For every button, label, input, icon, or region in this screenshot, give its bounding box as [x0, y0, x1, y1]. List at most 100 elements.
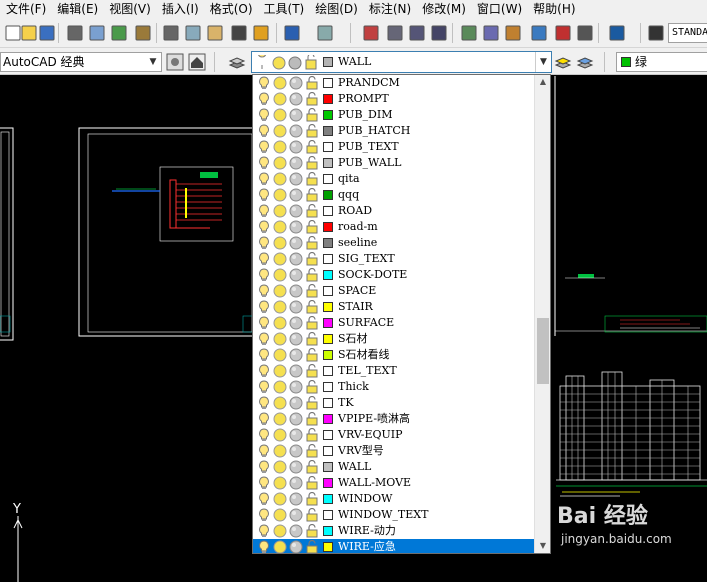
layer-row[interactable]: S石材看线 — [253, 347, 535, 363]
lock-icon[interactable] — [305, 476, 319, 490]
lock-icon[interactable] — [305, 540, 319, 554]
layer-row[interactable]: seeline — [253, 235, 535, 251]
viewport-freeze-icon[interactable] — [289, 524, 303, 538]
on-off-bulb-icon[interactable] — [257, 316, 271, 330]
save-icon[interactable] — [38, 24, 56, 42]
layer-combo[interactable]: WALL ▼ — [251, 51, 552, 73]
on-off-bulb-icon[interactable] — [257, 188, 271, 202]
lock-icon[interactable] — [305, 316, 319, 330]
layer-row[interactable]: PUB_HATCH — [253, 123, 535, 139]
viewport-freeze-icon[interactable] — [289, 540, 303, 554]
freeze-sun-icon[interactable] — [273, 172, 287, 186]
freeze-sun-icon[interactable] — [273, 236, 287, 250]
lock-icon[interactable] — [305, 204, 319, 218]
lock-icon[interactable] — [305, 508, 319, 522]
lock-icon[interactable] — [305, 172, 319, 186]
viewport-freeze-icon[interactable] — [289, 380, 303, 394]
on-off-bulb-icon[interactable] — [257, 92, 271, 106]
on-off-bulb-icon[interactable] — [257, 540, 271, 554]
on-off-bulb-icon[interactable] — [257, 220, 271, 234]
viewport-freeze-icon[interactable] — [289, 300, 303, 314]
layer-row[interactable]: SURFACE — [253, 315, 535, 331]
on-off-bulb-icon[interactable] — [257, 268, 271, 282]
pan-icon[interactable] — [362, 24, 380, 42]
lock-icon[interactable] — [305, 284, 319, 298]
on-off-bulb-icon[interactable] — [257, 444, 271, 458]
on-off-bulb-icon[interactable] — [257, 460, 271, 474]
freeze-sun-icon[interactable] — [273, 412, 287, 426]
lock-icon[interactable] — [305, 188, 319, 202]
lock-icon[interactable] — [305, 396, 319, 410]
markup-icon[interactable] — [554, 24, 572, 42]
menu-item[interactable]: 文件(F) — [0, 0, 51, 18]
freeze-sun-icon[interactable] — [273, 364, 287, 378]
viewport-freeze-icon[interactable] — [289, 108, 303, 122]
cut-icon[interactable] — [162, 24, 180, 42]
color-combo[interactable]: 绿 — [616, 52, 707, 72]
lock-icon[interactable] — [305, 76, 319, 90]
lock-icon[interactable] — [305, 108, 319, 122]
zoom-window-icon[interactable] — [408, 24, 426, 42]
layer-row[interactable]: qita — [253, 171, 535, 187]
freeze-sun-icon[interactable] — [273, 156, 287, 170]
freeze-sun-icon[interactable] — [273, 428, 287, 442]
on-off-bulb-icon[interactable] — [257, 124, 271, 138]
viewport-freeze-icon[interactable] — [289, 124, 303, 138]
lock-icon[interactable] — [305, 428, 319, 442]
layer-row[interactable]: VRV型号 — [253, 443, 535, 459]
on-off-bulb-icon[interactable] — [257, 380, 271, 394]
brush-icon[interactable] — [230, 24, 248, 42]
menu-item[interactable]: 标注(N) — [363, 0, 416, 18]
viewport-freeze-icon[interactable] — [289, 204, 303, 218]
layer-row[interactable]: SIG_TEXT — [253, 251, 535, 267]
calculator-icon[interactable] — [576, 24, 594, 42]
lock-icon[interactable] — [305, 236, 319, 250]
viewport-freeze-icon[interactable] — [289, 492, 303, 506]
zoom-realtime-icon[interactable] — [386, 24, 404, 42]
freeze-sun-icon[interactable] — [273, 252, 287, 266]
layer-row[interactable]: S石材 — [253, 331, 535, 347]
on-off-bulb-icon[interactable] — [257, 252, 271, 266]
layer-row[interactable]: PRANDCM — [253, 75, 535, 91]
lock-icon[interactable] — [305, 156, 319, 170]
layer-row[interactable]: ROAD — [253, 203, 535, 219]
freeze-sun-icon[interactable] — [273, 396, 287, 410]
freeze-sun-icon[interactable] — [273, 316, 287, 330]
print-preview-icon[interactable] — [88, 24, 106, 42]
viewport-freeze-icon[interactable] — [289, 268, 303, 282]
on-off-bulb-icon[interactable] — [257, 428, 271, 442]
help-icon[interactable] — [608, 24, 626, 42]
zoom-previous-icon[interactable] — [430, 24, 448, 42]
freeze-sun-icon[interactable] — [273, 124, 287, 138]
on-off-bulb-icon[interactable] — [257, 76, 271, 90]
viewport-freeze-icon[interactable] — [289, 476, 303, 490]
lock-icon[interactable] — [305, 140, 319, 154]
layer-row[interactable]: STAIR — [253, 299, 535, 315]
freeze-sun-icon[interactable] — [273, 140, 287, 154]
freeze-sun-icon[interactable] — [273, 508, 287, 522]
layer-row[interactable]: PROMPT — [253, 91, 535, 107]
viewport-freeze-icon[interactable] — [289, 188, 303, 202]
freeze-sun-icon[interactable] — [273, 268, 287, 282]
freeze-sun-icon[interactable] — [273, 492, 287, 506]
viewport-freeze-icon[interactable] — [289, 172, 303, 186]
freeze-sun-icon[interactable] — [273, 188, 287, 202]
viewport-freeze-icon[interactable] — [289, 508, 303, 522]
freeze-sun-icon[interactable] — [273, 108, 287, 122]
layer-row[interactable]: WINDOW_TEXT — [253, 507, 535, 523]
menu-item[interactable]: 工具(T) — [258, 0, 310, 18]
layer-previous-icon[interactable] — [576, 53, 594, 71]
menu-item[interactable]: 帮助(H) — [527, 0, 580, 18]
plot-icon[interactable] — [134, 24, 152, 42]
lock-icon[interactable] — [305, 220, 319, 234]
lock-icon[interactable] — [305, 348, 319, 362]
open-icon[interactable] — [20, 24, 38, 42]
on-off-bulb-icon[interactable] — [257, 108, 271, 122]
viewport-freeze-icon[interactable] — [289, 460, 303, 474]
viewport-freeze-icon[interactable] — [289, 412, 303, 426]
on-off-bulb-icon[interactable] — [257, 492, 271, 506]
layer-row[interactable]: WALL-MOVE — [253, 475, 535, 491]
on-off-bulb-icon[interactable] — [257, 364, 271, 378]
lock-icon[interactable] — [305, 332, 319, 346]
vertical-scrollbar[interactable]: ▲ ▼ — [534, 75, 550, 553]
